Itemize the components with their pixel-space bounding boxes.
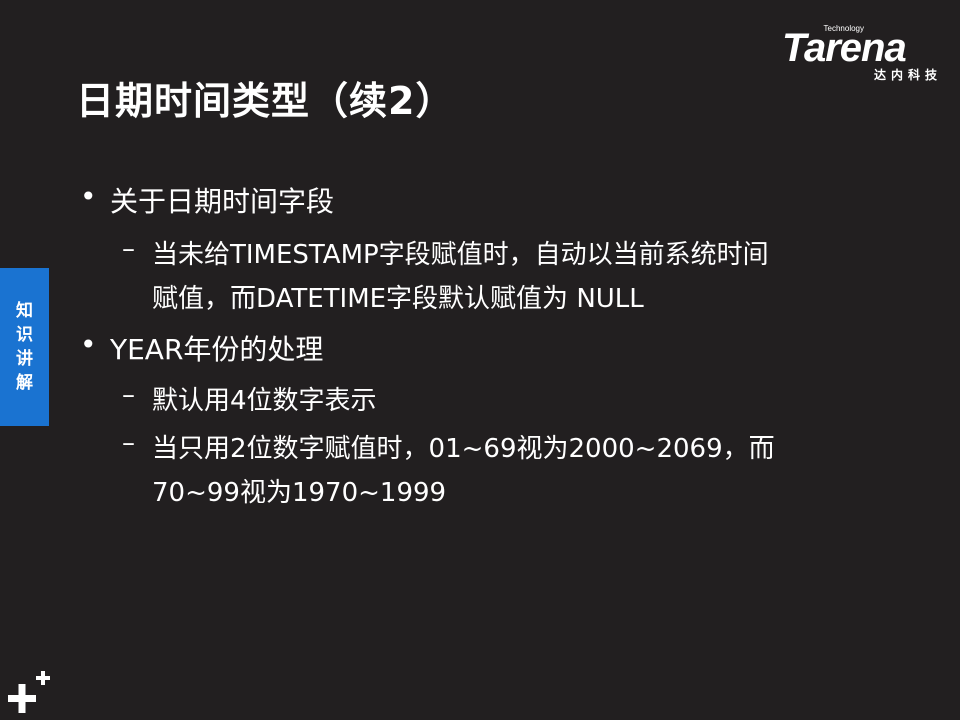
- dash-marker: –: [122, 380, 135, 410]
- sub-bullet-text: 当只用2位数字赋值时，01~69视为2000~2069，而: [152, 434, 775, 464]
- tarena-logo: Technology Tarena 达内科技: [780, 22, 948, 84]
- logo-wordmark: Tarena: [782, 26, 907, 70]
- dash-marker: –: [122, 234, 135, 264]
- side-tab-label: 知识讲解: [16, 301, 33, 393]
- sub-bullet-continuation: 70~99视为1970~1999: [152, 478, 447, 508]
- slide-title: 日期时间类型（续2）: [76, 79, 455, 123]
- slide: 日期时间类型（续2） Technology Tarena 达内科技 知识讲解 •…: [0, 0, 960, 720]
- dash-marker: –: [122, 428, 135, 458]
- side-tab: 知识讲解: [0, 268, 49, 426]
- bullet-text: 关于日期时间字段: [110, 185, 335, 218]
- sub-bullet-continuation: 赋值，而DATETIME字段默认赋值为 NULL: [152, 284, 644, 314]
- sub-bullet-text: 当未给TIMESTAMP字段赋值时，自动以当前系统时间: [152, 240, 769, 270]
- plus-decoration-icon: [8, 671, 50, 713]
- bullet-marker: •: [80, 328, 97, 361]
- logo-chinese-name: 达内科技: [873, 68, 942, 82]
- bullet-marker: •: [80, 180, 97, 213]
- bullet-text: YEAR年份的处理: [110, 333, 324, 366]
- sub-bullet-text: 默认用4位数字表示: [152, 386, 377, 416]
